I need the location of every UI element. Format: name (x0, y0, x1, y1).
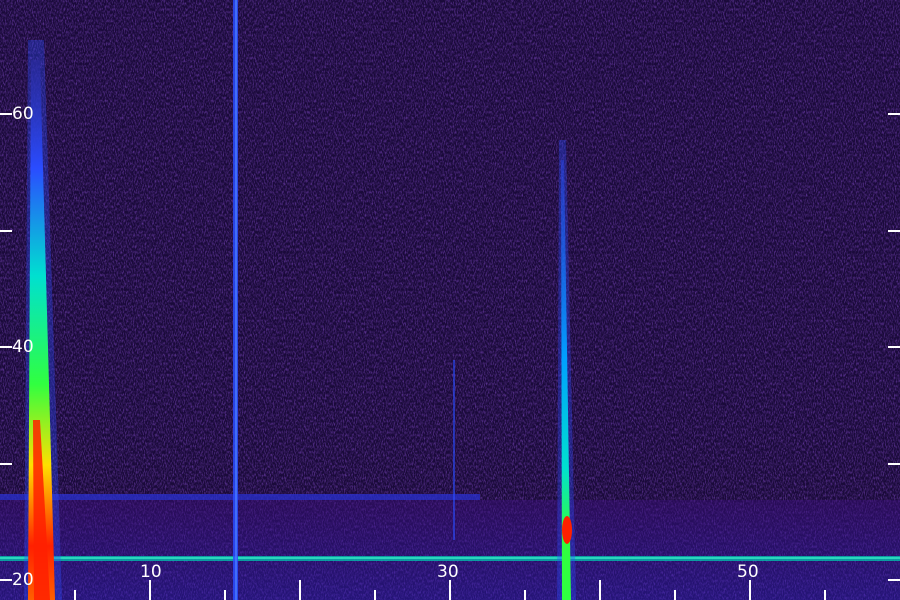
signal-trace-b-core (235, 0, 237, 600)
y-tick-label-60: 60 (12, 104, 34, 124)
spectrogram-plot (0, 0, 900, 600)
y-tick-label-40: 40 (12, 337, 34, 357)
y-tick-label-20: 20 (12, 570, 34, 590)
x-tick-label-10: 10 (140, 562, 162, 582)
horizontal-line-upper (0, 494, 480, 500)
signal-trace-c-hotspot (562, 516, 572, 544)
spectrogram-view: 60 40 20 10 30 50 (0, 0, 900, 600)
x-tick-label-50: 50 (737, 562, 759, 582)
signal-trace-d (453, 360, 455, 540)
horizontal-line-cyan-core (0, 557, 900, 559)
x-tick-label-30: 30 (437, 562, 459, 582)
